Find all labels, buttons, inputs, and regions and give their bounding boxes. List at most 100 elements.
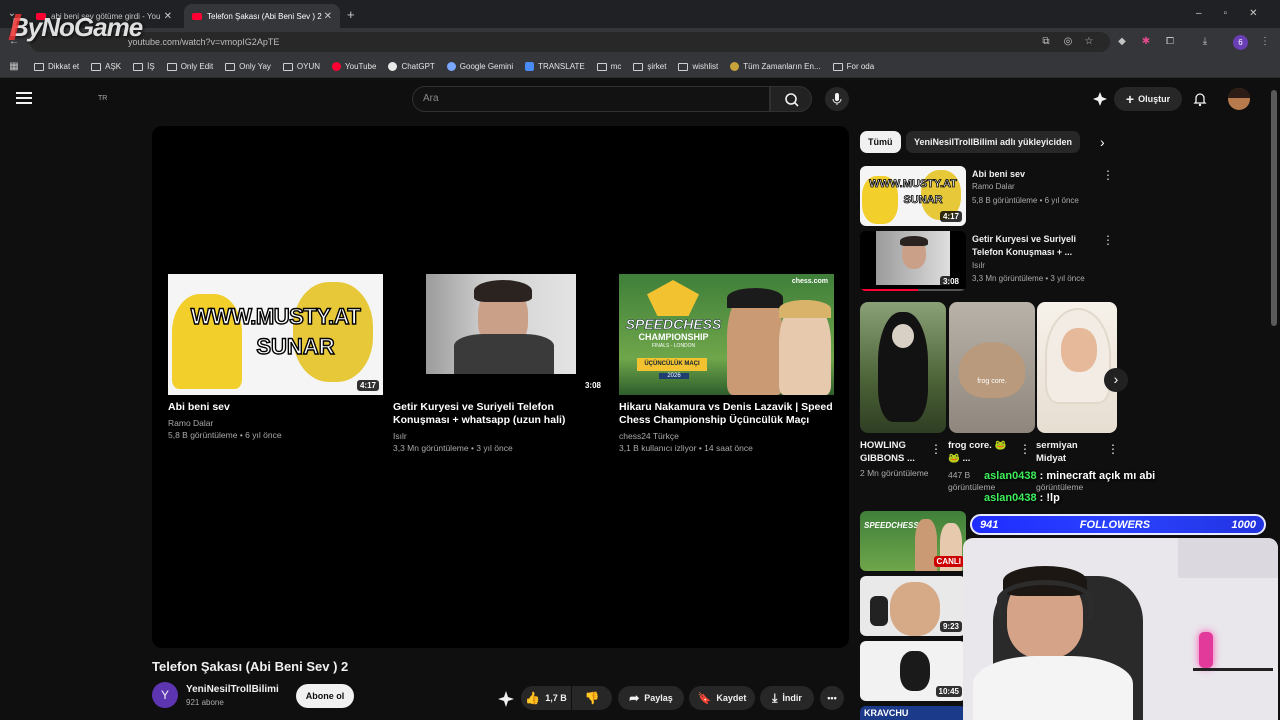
more-vertical-icon[interactable]: ⋮ <box>1102 233 1114 247</box>
search-input[interactable]: Ara <box>412 86 770 112</box>
extensions-puzzle-icon[interactable]: ⧠ <box>1164 36 1176 48</box>
video-thumbnail[interactable]: 3:08 <box>393 274 608 395</box>
hide-eye-icon[interactable]: ◎ <box>1062 36 1074 48</box>
account-avatar[interactable] <box>1228 88 1250 110</box>
bookmark-item[interactable]: İŞ <box>127 62 161 71</box>
share-button[interactable]: ➦ Paylaş <box>618 686 684 710</box>
end-screen-video-1[interactable]: WWW.MUSTY.AT SUNAR 4:17 Abi beni sev Ram… <box>168 274 383 441</box>
channel-name[interactable]: Ramo Dalar <box>972 182 1015 191</box>
extension-icon[interactable]: ◆ <box>1116 36 1128 48</box>
short-info[interactable]: HOWLING GIBBONS ... 2 Mn görüntüleme <box>860 439 930 479</box>
like-button[interactable]: 👍 1,7 B <box>521 686 571 710</box>
subscribe-button[interactable]: Abone ol <box>296 684 354 708</box>
channel-name[interactable]: Isılr <box>393 430 608 442</box>
more-horizontal-icon: ••• <box>827 693 837 703</box>
chip-from-uploader[interactable]: YeniNesilTrollBilimi adlı yükleyiciden <box>906 131 1081 153</box>
channel-avatar[interactable]: Y <box>152 682 178 708</box>
shorts-next-button[interactable]: › <box>1104 368 1128 392</box>
end-screen-video-3[interactable]: SPEEDCHESS CHAMPIONSHIP FINALS - LONDON … <box>619 274 834 454</box>
more-vertical-icon[interactable]: ⋮ <box>1107 442 1119 456</box>
bookmark-item[interactable]: For oda <box>827 62 881 71</box>
bookmark-item[interactable]: OYUN <box>277 62 326 71</box>
more-actions-button[interactable]: ••• <box>820 686 844 710</box>
channel-name[interactable]: YeniNesilTrollBilimi <box>186 684 279 695</box>
headphones-figure <box>997 580 1093 620</box>
video-thumbnail[interactable]: SPEEDCHESS CHAMPIONSHIP FINALS - LONDON … <box>619 274 834 395</box>
bookmark-item[interactable]: şirket <box>627 62 672 71</box>
video-meta: 3,3 Mn görüntüleme • 3 yıl önce <box>393 443 513 453</box>
channel-name[interactable]: Ramo Dalar <box>168 417 383 429</box>
recommended-video-thumbnail[interactable]: SPEEDCHESS CANLI <box>860 511 966 571</box>
create-button[interactable]: + Oluştur <box>1114 87 1182 111</box>
short-thumbnail[interactable]: frog core. <box>949 302 1035 433</box>
close-tab-icon[interactable]: ✕ <box>164 11 172 22</box>
thumbnail-caption: CHAMPIONSHIP <box>638 332 709 342</box>
install-app-icon[interactable]: ⧉ <box>1040 36 1052 48</box>
end-screen-video-2[interactable]: 3:08 Getir Kuryesi ve Suriyeli Telefon K… <box>393 274 608 454</box>
duration-badge: 10:45 <box>935 686 962 697</box>
download-button[interactable]: ⤓ İndir <box>760 686 814 710</box>
page-scrollbar-thumb[interactable] <box>1271 90 1277 326</box>
bookmark-item[interactable]: AŞK <box>85 62 127 71</box>
bookmark-item[interactable]: YouTube <box>326 62 382 71</box>
short-title[interactable]: sermiyan Midyat <box>1036 439 1106 465</box>
short-title[interactable]: HOWLING GIBBONS ... <box>860 439 930 465</box>
chevron-right-icon[interactable]: › <box>1100 134 1105 150</box>
download-icon[interactable]: ⤓ <box>1199 36 1211 48</box>
new-tab-icon[interactable]: + <box>347 7 355 22</box>
more-vertical-icon[interactable]: ⋮ <box>1019 442 1031 456</box>
more-vertical-icon[interactable]: ⋮ <box>1102 168 1114 182</box>
recommended-video-thumbnail[interactable]: KRAVCHU <box>860 706 966 720</box>
video-title[interactable]: Getir Kuryesi ve Suriyeli Telefon Konuşm… <box>972 233 1097 259</box>
short-overlay-text: frog core. <box>977 378 1007 385</box>
apps-grid-icon[interactable]: ▦ <box>8 61 20 73</box>
video-thumbnail[interactable]: WWW.MUSTY.AT SUNAR 4:17 <box>168 274 383 395</box>
bookmark-item[interactable]: Only Yay <box>219 62 277 71</box>
bookmark-item[interactable]: mc <box>591 62 628 71</box>
tab-2[interactable]: Telefon Şakası (Abi Beni Sev ) 2 ✕ <box>184 4 340 28</box>
recommended-video[interactable]: WWW.MUSTY.AT SUNAR 4:17 Abi beni sev Ram… <box>860 166 1120 226</box>
bookmark-item[interactable]: wishlist <box>672 62 724 71</box>
recommended-video[interactable]: 3:08 Getir Kuryesi ve Suriyeli Telefon K… <box>860 231 1120 291</box>
gemini-sparkle-icon[interactable] <box>1092 91 1108 107</box>
extension-icon[interactable]: ✱ <box>1140 36 1152 48</box>
bookmark-star-icon[interactable]: ☆ <box>1083 36 1095 48</box>
video-thumbnail[interactable]: WWW.MUSTY.AT SUNAR 4:17 <box>860 166 966 226</box>
more-vertical-icon[interactable]: ⋮ <box>930 442 942 456</box>
channel-name[interactable]: Isılr <box>972 261 985 270</box>
notifications-bell-icon[interactable] <box>1192 91 1208 107</box>
short-info[interactable]: sermiyan Midyat görüntüleme <box>1036 439 1106 493</box>
channel-name[interactable]: chess24 Türkçe <box>619 430 834 442</box>
video-title[interactable]: Hikaru Nakamura vs Denis Lazavik | Speed… <box>619 401 834 427</box>
address-bar[interactable]: youtube.com/watch?v=vmopIG2ApTE <box>30 32 1110 52</box>
video-title[interactable]: Getir Kuryesi ve Suriyeli Telefon Konuşm… <box>393 401 608 427</box>
dislike-button[interactable]: 👎 <box>572 686 612 710</box>
short-thumbnail[interactable] <box>860 302 946 433</box>
bookmark-item[interactable]: Google Gemini <box>441 62 519 71</box>
voice-search-button[interactable] <box>825 87 849 111</box>
close-tab-icon[interactable]: ✕ <box>324 11 332 22</box>
short-thumbnail[interactable] <box>1037 302 1117 433</box>
bookmark-item[interactable]: Dikkat et <box>28 62 85 71</box>
video-title[interactable]: Abi beni sev <box>168 401 383 414</box>
ask-gemini-icon[interactable] <box>497 690 515 708</box>
bookmark-item[interactable]: Only Edit <box>161 62 219 71</box>
video-player[interactable]: WWW.MUSTY.AT SUNAR 4:17 Abi beni sev Ram… <box>152 126 849 648</box>
video-title[interactable]: Abi beni sev <box>972 168 1097 181</box>
chip-all[interactable]: Tümü <box>860 131 901 153</box>
window-controls[interactable]: –▫✕ <box>1196 8 1280 19</box>
recommended-video-thumbnail[interactable]: 10:45 <box>860 641 966 701</box>
frog-figure <box>959 342 1025 398</box>
video-thumbnail[interactable]: 3:08 <box>860 231 966 291</box>
bookmark-item[interactable]: ChatGPT <box>382 62 440 71</box>
short-info[interactable]: frog core. 🐸 🐸 ... 447 B görüntüleme <box>948 439 1018 493</box>
menu-icon[interactable]: ⋮ <box>1259 36 1271 48</box>
bookmark-item[interactable]: Tüm Zamanların En... <box>724 62 826 71</box>
hamburger-menu-icon[interactable] <box>16 92 32 104</box>
save-button[interactable]: 🔖 Kaydet <box>689 686 755 710</box>
short-title[interactable]: frog core. 🐸 🐸 ... <box>948 439 1018 465</box>
search-button[interactable] <box>770 86 812 112</box>
bookmark-item[interactable]: TRANSLATE <box>519 62 591 71</box>
recommended-video-thumbnail[interactable]: 9:23 <box>860 576 966 636</box>
profile-avatar[interactable]: 6 <box>1233 35 1248 50</box>
